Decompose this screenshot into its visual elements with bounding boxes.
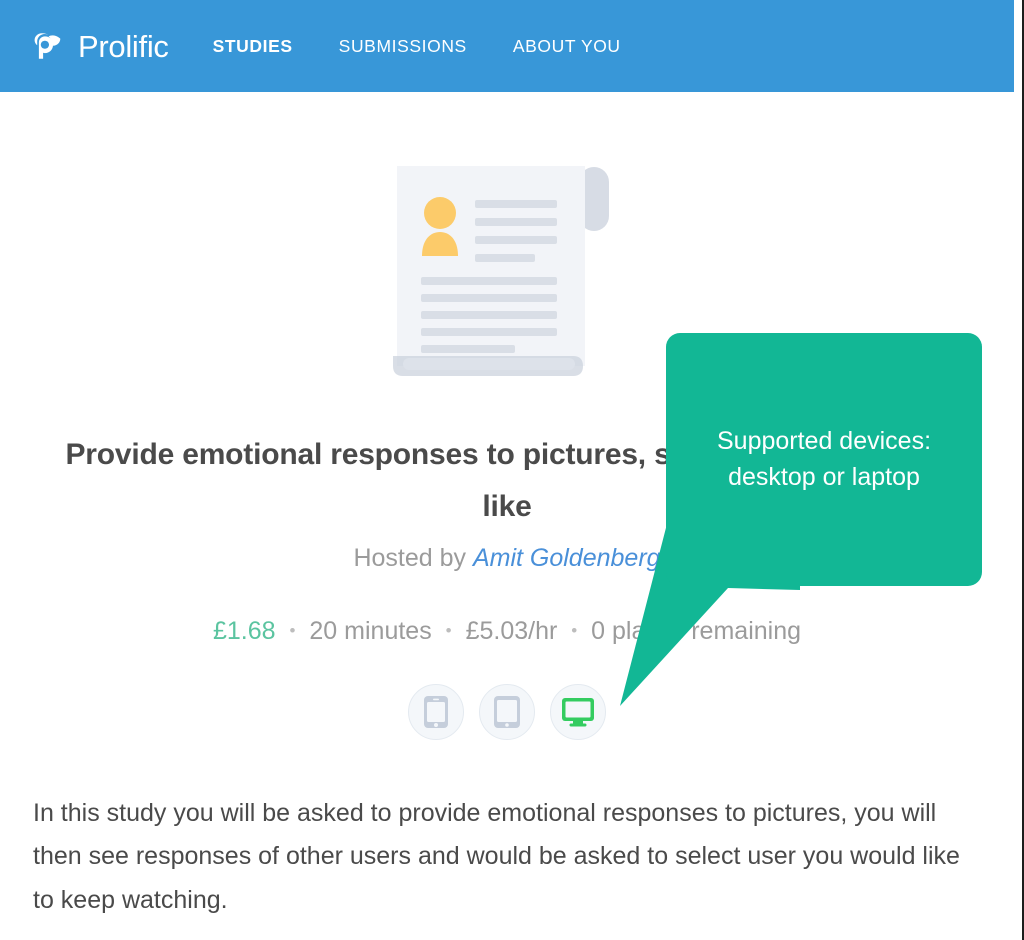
study-description: In this study you will be asked to provi… bbox=[33, 799, 960, 914]
meta-separator-3: • bbox=[571, 621, 578, 640]
meta-separator-1: • bbox=[289, 621, 296, 640]
tablet-icon bbox=[493, 695, 521, 729]
nav-item-about-you[interactable]: ABOUT YOU bbox=[513, 36, 621, 57]
meta-separator-2: • bbox=[445, 621, 452, 640]
study-hourly-rate: £5.03/hr bbox=[465, 617, 558, 645]
document-with-person-illustration-icon bbox=[387, 160, 627, 395]
phone-icon bbox=[423, 695, 449, 729]
tooltip-line-2: desktop or laptop bbox=[728, 462, 920, 491]
desktop-device-chip[interactable] bbox=[550, 684, 606, 740]
tooltip-text: Supported devices: desktop or laptop bbox=[699, 424, 949, 495]
supported-devices-list bbox=[0, 684, 1014, 740]
prolific-logo[interactable]: Prolific bbox=[28, 26, 169, 66]
study-meta: £1.68 • 20 minutes • £5.03/hr • 0 places… bbox=[40, 617, 974, 646]
site-header: Prolific STUDIES SUBMISSIONS ABOUT YOU bbox=[0, 0, 1014, 92]
nav-item-studies[interactable]: STUDIES bbox=[213, 36, 293, 57]
page-root: Prolific STUDIES SUBMISSIONS ABOUT YOU P… bbox=[0, 0, 1024, 940]
study-places-remaining: 0 places remaining bbox=[591, 617, 802, 645]
hosted-by-label: Hosted by bbox=[353, 544, 466, 572]
window-right-edge bbox=[1014, 0, 1024, 940]
study-duration: 20 minutes bbox=[309, 617, 432, 645]
mobile-device-chip[interactable] bbox=[408, 684, 464, 740]
main-navigation: STUDIES SUBMISSIONS ABOUT YOU bbox=[213, 36, 621, 57]
host-name-link[interactable]: Amit Goldenberg bbox=[473, 544, 661, 572]
study-reward: £1.68 bbox=[212, 617, 276, 645]
nav-item-submissions[interactable]: SUBMISSIONS bbox=[339, 36, 467, 57]
supported-devices-tooltip: Supported devices: desktop or laptop bbox=[666, 333, 982, 586]
tablet-device-chip[interactable] bbox=[479, 684, 535, 740]
tooltip-line-1: Supported devices: bbox=[716, 427, 932, 455]
brand-name: Prolific bbox=[78, 28, 169, 64]
desktop-monitor-icon bbox=[561, 697, 595, 727]
prolific-cloud-p-logo-icon bbox=[28, 26, 68, 66]
